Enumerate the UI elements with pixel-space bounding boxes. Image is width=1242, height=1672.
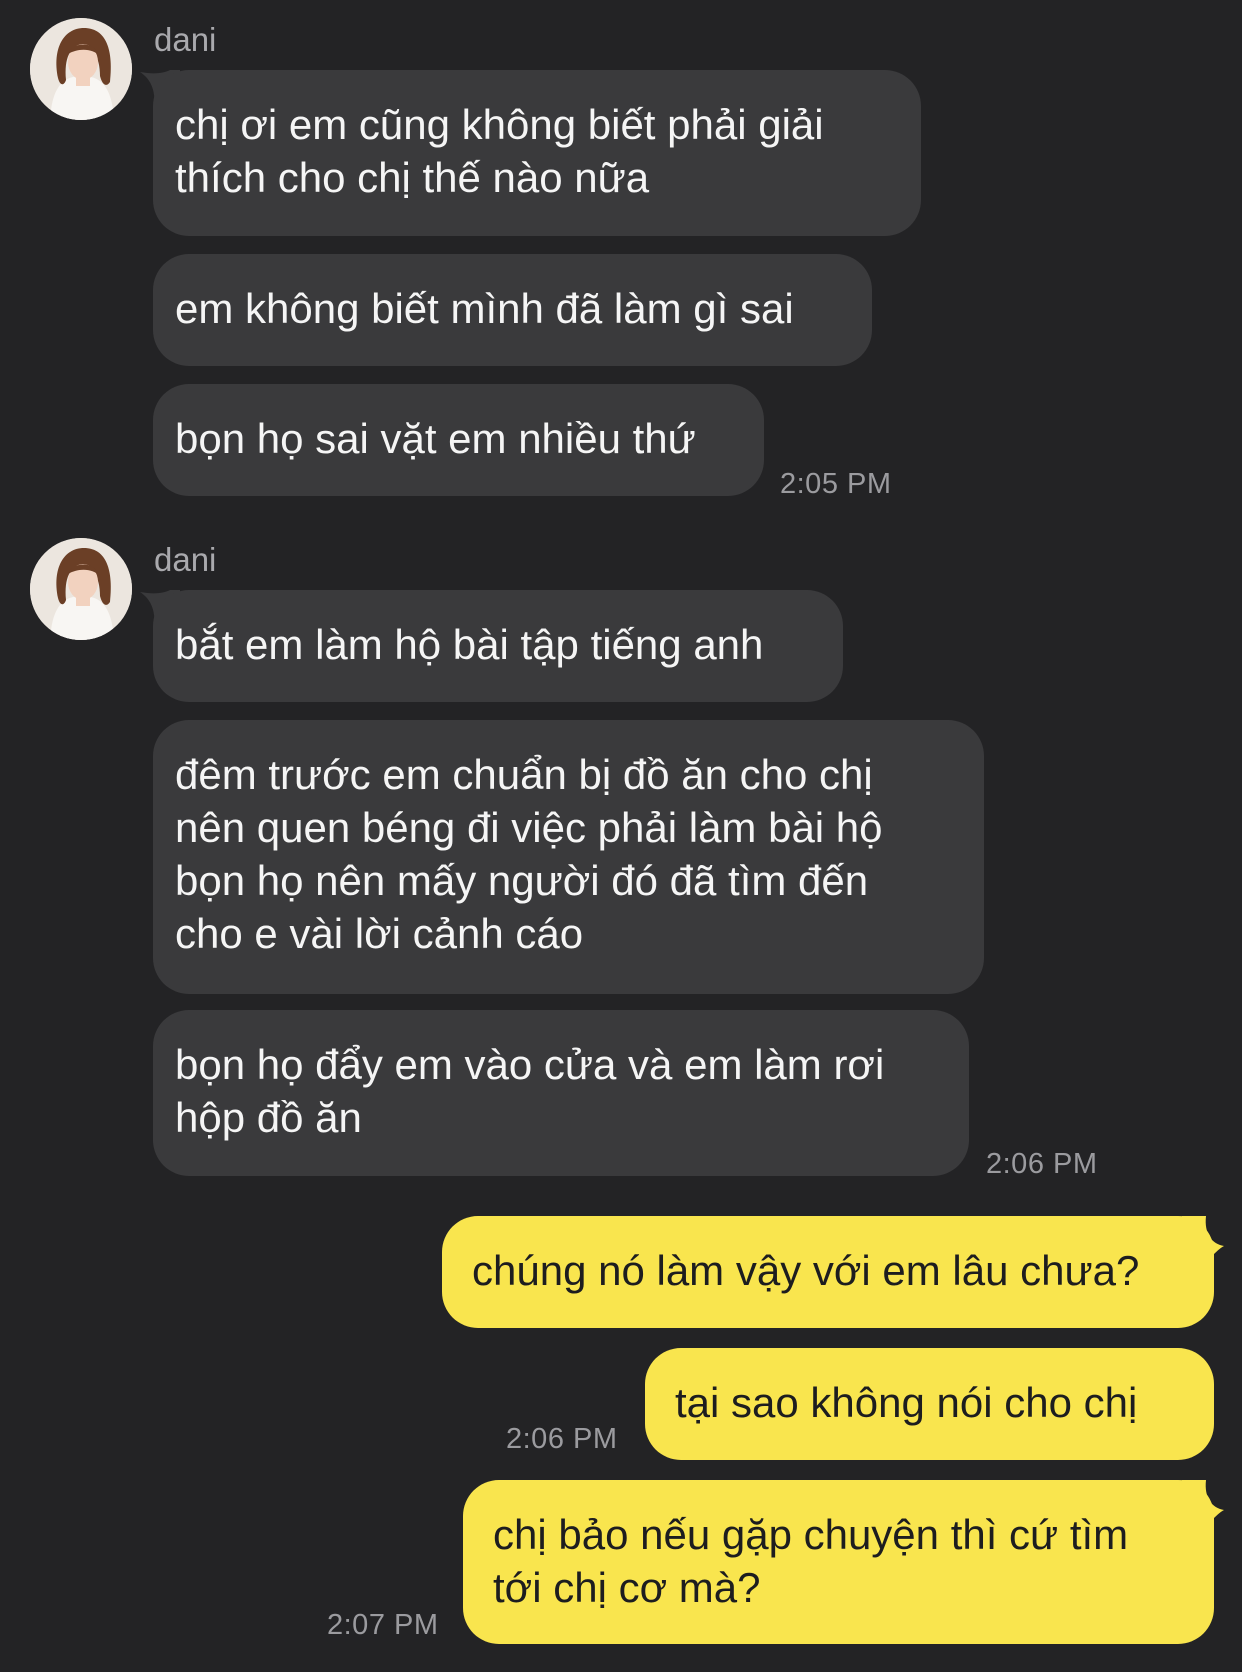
message-bubble[interactable]: bọn họ sai vặt em nhiều thứ (153, 384, 764, 496)
avatar[interactable] (30, 538, 132, 640)
message-bubble[interactable]: chúng nó làm vậy với em lâu chưa? (442, 1216, 1214, 1328)
message-bubble[interactable]: tại sao không nói cho chị (645, 1348, 1214, 1460)
message-bubble[interactable]: chị ơi em cũng không biết phải giải thíc… (153, 70, 921, 236)
message-line: bọn họ sai vặt em nhiều thứ (175, 415, 696, 462)
message-bubble[interactable]: bắt em làm hộ bài tập tiếng anh (153, 590, 843, 702)
message-bubble[interactable]: bọn họ đẩy em vào cửa và em làm rơi hộp … (153, 1010, 969, 1176)
message-line: bắt em làm hộ bài tập tiếng anh (175, 621, 764, 668)
message-bubble[interactable]: chị bảo nếu gặp chuyện thì cứ tìm tới ch… (463, 1480, 1214, 1644)
timestamp: 2:06 PM (506, 1423, 618, 1455)
message-bubble[interactable]: em không biết mình đã làm gì sai (153, 254, 872, 366)
message-line: đêm trước em chuẩn bị đồ ăn cho chị nên … (175, 751, 883, 957)
sender-name: dani (154, 541, 217, 578)
message-line: chị bảo nếu gặp chuyện thì cứ tìm tới ch… (493, 1511, 1129, 1611)
sender-name: dani (154, 21, 217, 58)
avatar[interactable] (30, 18, 132, 120)
message-line: chúng nó làm vậy với em lâu chưa? (472, 1247, 1140, 1294)
message-line: tại sao không nói cho chị (675, 1379, 1138, 1426)
message-bubble[interactable]: đêm trước em chuẩn bị đồ ăn cho chị nên … (153, 720, 984, 994)
timestamp: 2:06 PM (986, 1148, 1098, 1180)
message-line: chị ơi em cũng không biết phải giải thíc… (175, 101, 824, 201)
timestamp: 2:05 PM (780, 468, 892, 500)
timestamp: 2:07 PM (327, 1609, 439, 1641)
message-line: bọn họ đẩy em vào cửa và em làm rơi hộp … (175, 1041, 885, 1141)
message-line: em không biết mình đã làm gì sai (175, 285, 794, 332)
